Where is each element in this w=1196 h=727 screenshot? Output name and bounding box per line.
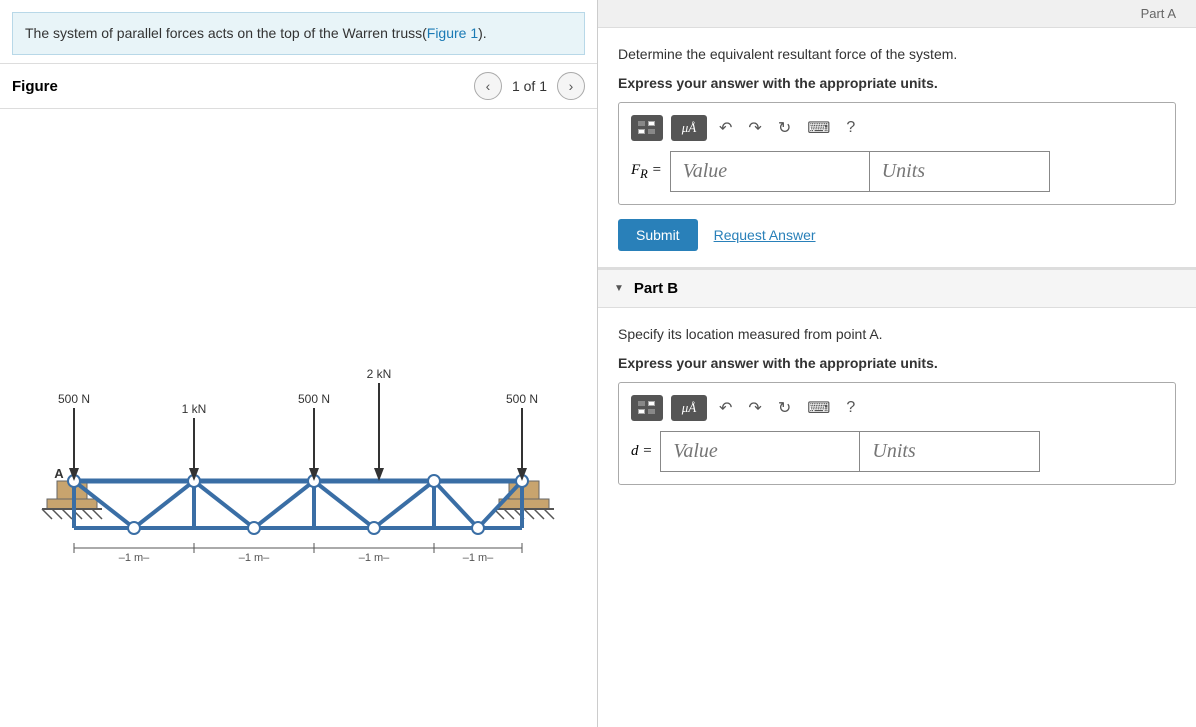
figure-label: Figure [12,78,474,95]
undo-button-b[interactable]: ↶ [715,396,736,420]
figure-area: 500 N 1 kN 500 N 2 kN 500 N –1 m– [0,109,597,727]
mu-button-b[interactable]: μÅ [671,395,707,421]
help-button-b[interactable]: ? [842,397,859,419]
keyboard-button-a[interactable]: ⌨ [803,116,834,140]
part-a-actions: Submit Request Answer [618,219,1176,251]
collapse-icon-b[interactable]: ▼ [614,283,624,294]
keyboard-button-b[interactable]: ⌨ [803,396,834,420]
undo-button-a[interactable]: ↶ [715,116,736,140]
value-input-b[interactable] [660,431,860,472]
submit-button-a[interactable]: Submit [618,219,698,251]
part-b-title: Part B [634,280,678,297]
svg-text:–1 m–: –1 m– [462,552,493,564]
figure-link[interactable]: Figure 1 [427,25,478,41]
part-a-header-strip: Part A [598,0,1196,28]
part-a-toolbar: μÅ ↶ ↷ ↻ ⌨ ? [631,115,1163,141]
part-b-toolbar: μÅ ↶ ↷ ↻ ⌨ ? [631,395,1163,421]
units-input-b[interactable] [860,431,1040,472]
refresh-button-a[interactable]: ↻ [774,116,795,140]
part-a-answer-row: FR = [631,151,1163,192]
value-input-a[interactable] [670,151,870,192]
left-panel: The system of parallel forces acts on th… [0,0,598,727]
request-answer-button-a[interactable]: Request Answer [714,227,816,243]
part-a-instruction2: Express your answer with the appropriate… [618,73,1176,94]
variable-label-b: d = [631,443,652,460]
part-b-answer-row: d = [631,431,1163,472]
matrix-button-b[interactable] [631,395,663,421]
next-figure-button[interactable]: › [557,72,585,100]
part-b-header: ▼ Part B [598,268,1196,308]
part-a-section: Determine the equivalent resultant force… [598,28,1196,268]
part-b-instruction2: Express your answer with the appropriate… [618,353,1176,374]
svg-text:500 N: 500 N [57,392,89,406]
mu-button-a[interactable]: μÅ [671,115,707,141]
variable-label-a: FR = [631,162,662,182]
redo-button-b[interactable]: ↷ [744,396,765,420]
prev-figure-button[interactable]: ‹ [474,72,502,100]
svg-text:–1 m–: –1 m– [238,552,269,564]
description-end: ). [478,25,487,41]
figure-header: Figure ‹ 1 of 1 › [0,63,597,109]
units-input-a[interactable] [870,151,1050,192]
svg-text:–1 m–: –1 m– [358,552,389,564]
matrix-button-a[interactable] [631,115,663,141]
truss-diagram: 500 N 1 kN 500 N 2 kN 500 N –1 m– [39,258,559,578]
part-b-content: Specify its location measured from point… [598,308,1196,501]
svg-text:500 N: 500 N [505,392,537,406]
part-b-answer-box: μÅ ↶ ↷ ↻ ⌨ ? d = [618,382,1176,485]
description-text: The system of parallel forces acts on th… [25,25,427,41]
refresh-button-b[interactable]: ↻ [774,396,795,420]
svg-text:500 N: 500 N [297,392,329,406]
part-b-instruction1: Specify its location measured from point… [618,324,1176,345]
help-button-a[interactable]: ? [842,117,859,139]
problem-description: The system of parallel forces acts on th… [12,12,585,55]
svg-text:–1 m–: –1 m– [118,552,149,564]
svg-text:2 kN: 2 kN [366,367,391,381]
part-a-answer-box: μÅ ↶ ↷ ↻ ⌨ ? FR = [618,102,1176,205]
redo-button-a[interactable]: ↷ [744,116,765,140]
right-panel: Part A Determine the equivalent resultan… [598,0,1196,727]
svg-text:1 kN: 1 kN [181,402,206,416]
svg-text:A: A [54,466,64,481]
page-indicator: 1 of 1 [508,78,551,94]
part-a-instruction1: Determine the equivalent resultant force… [618,44,1176,65]
figure-navigation: ‹ 1 of 1 › [474,72,585,100]
